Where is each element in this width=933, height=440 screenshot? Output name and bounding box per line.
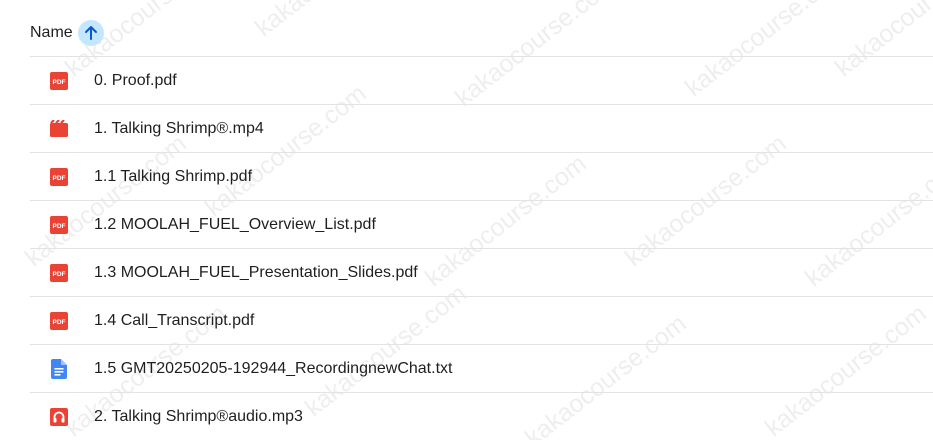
file-name: 0. Proof.pdf <box>94 71 177 89</box>
pdf-icon: PDF <box>49 71 69 91</box>
file-row[interactable]: PDF 1.4 Call_Transcript.pdf <box>30 297 933 344</box>
file-row[interactable]: 1.5 GMT20250205-192944_RecordingnewChat.… <box>30 345 933 392</box>
pdf-icon: PDF <box>49 311 69 331</box>
file-row[interactable]: PDF 1.2 MOOLAH_FUEL_Overview_List.pdf <box>30 201 933 248</box>
svg-text:PDF: PDF <box>53 271 66 278</box>
pdf-icon: PDF <box>49 215 69 235</box>
svg-text:PDF: PDF <box>53 175 66 182</box>
doc-icon <box>49 358 69 379</box>
name-header-label: Name <box>30 24 73 41</box>
sort-ascending-button[interactable] <box>77 20 104 46</box>
file-name: 1.1 Talking Shrimp.pdf <box>94 167 253 185</box>
file-row[interactable]: 2. Talking Shrimp®audio.mp3 <box>30 393 933 440</box>
audio-icon <box>49 407 69 427</box>
file-row[interactable]: PDF 1.3 MOOLAH_FUEL_Presentation_Slides.… <box>30 249 933 296</box>
file-name: 1.3 MOOLAH_FUEL_Presentation_Slides.pdf <box>94 263 418 281</box>
file-name: 2. Talking Shrimp®audio.mp3 <box>94 407 303 425</box>
file-name: 1.4 Call_Transcript.pdf <box>94 311 255 329</box>
video-icon <box>49 119 69 139</box>
watermark: kakaocourse.com <box>250 0 422 43</box>
file-name: 1. Talking Shrimp®.mp4 <box>94 119 264 137</box>
file-name: 1.5 GMT20250205-192944_RecordingnewChat.… <box>94 359 453 377</box>
svg-text:PDF: PDF <box>53 79 66 86</box>
file-row[interactable]: PDF 0. Proof.pdf <box>30 57 933 104</box>
name-column-header[interactable]: Name <box>30 18 104 48</box>
pdf-icon: PDF <box>49 263 69 283</box>
pdf-icon: PDF <box>49 167 69 187</box>
arrow-up-icon <box>84 26 97 40</box>
file-row[interactable]: 1. Talking Shrimp®.mp4 <box>30 105 933 152</box>
file-name: 1.2 MOOLAH_FUEL_Overview_List.pdf <box>94 215 376 233</box>
svg-text:PDF: PDF <box>53 319 66 326</box>
svg-text:PDF: PDF <box>53 223 66 230</box>
file-row[interactable]: PDF 1.1 Talking Shrimp.pdf <box>30 153 933 200</box>
